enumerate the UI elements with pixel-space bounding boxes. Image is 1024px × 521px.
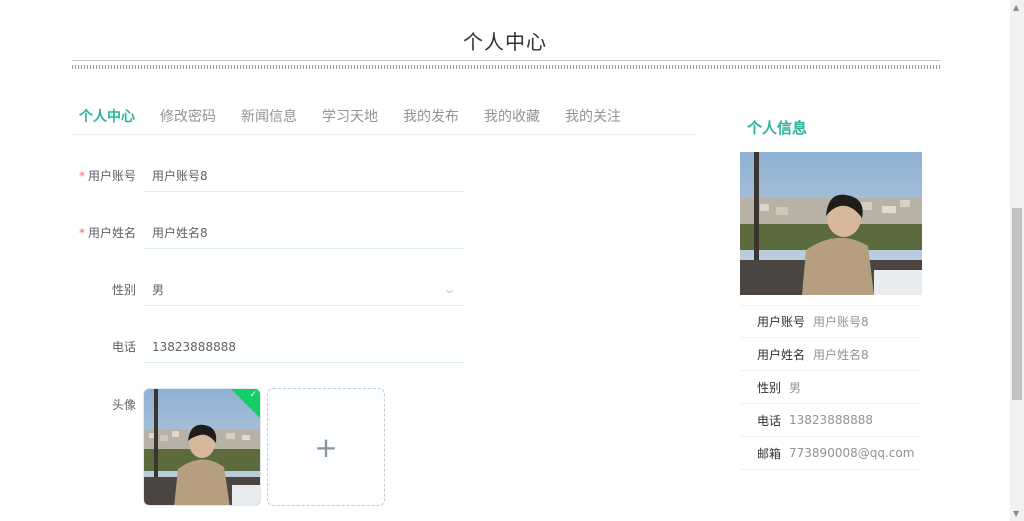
info-value: 用户账号8 [813, 315, 869, 329]
page-title: 个人中心 [463, 30, 547, 54]
required-mark: * [78, 169, 85, 183]
info-row-gender: 性别 男 [740, 371, 922, 404]
info-key: 邮箱 [757, 446, 782, 461]
form-row-phone: 电话 13823888888 [72, 331, 464, 363]
tab-my-follows[interactable]: 我的关注 [565, 100, 633, 134]
avatar-label: 头像 [111, 398, 136, 412]
name-input[interactable]: 用户姓名8 [144, 217, 464, 249]
info-value: 男 [789, 380, 802, 395]
info-key: 电话 [757, 413, 782, 428]
info-row-phone: 电话 13823888888 [740, 404, 922, 437]
name-label: * 用户姓名 [78, 226, 136, 240]
info-row-email: 邮箱 773890008@qq.com [740, 437, 922, 470]
account-input[interactable]: 用户账号8 [144, 160, 464, 192]
form-row-account: * 用户账号 用户账号8 [72, 160, 464, 192]
profile-info-title: 个人信息 [747, 119, 808, 137]
info-row-name: 用户姓名 用户姓名8 [740, 338, 922, 371]
info-key: 用户姓名 [757, 347, 806, 362]
tab-my-favorites[interactable]: 我的收藏 [484, 100, 552, 134]
phone-input[interactable]: 13823888888 [144, 331, 464, 363]
tab-learning[interactable]: 学习天地 [322, 100, 390, 134]
check-icon: ✓ [249, 390, 257, 400]
form-row-gender: 性别 男 ⌄ [72, 274, 464, 306]
gender-select[interactable]: 男 ⌄ [144, 274, 464, 306]
info-value: 773890008@qq.com [789, 446, 915, 460]
scroll-up-arrow-icon[interactable]: ▲ [1013, 3, 1019, 12]
info-row-account: 用户账号 用户账号8 [740, 305, 922, 338]
account-label: * 用户账号 [78, 169, 136, 183]
title-divider [72, 60, 940, 70]
info-key: 用户账号 [757, 315, 806, 329]
vertical-scrollbar[interactable]: ▲ ▼ [1010, 0, 1024, 521]
scroll-down-arrow-icon[interactable]: ▼ [1013, 509, 1019, 518]
profile-photo [740, 152, 922, 295]
chevron-down-icon: ⌄ [442, 283, 457, 296]
required-mark: * [78, 226, 85, 240]
profile-info-list: 用户账号 用户账号8 用户姓名 用户姓名8 性别 男 电话 1382388888… [740, 305, 922, 470]
info-value: 用户姓名8 [813, 347, 869, 362]
info-value: 13823888888 [789, 413, 873, 427]
tab-news[interactable]: 新闻信息 [241, 100, 309, 134]
tab-bar: 个人中心 修改密码 新闻信息 学习天地 我的发布 我的收藏 我的关注 [72, 100, 696, 135]
uploaded-avatar[interactable]: ✓ [143, 388, 261, 506]
avatar-photo [144, 389, 260, 505]
gender-select-value: 男 [152, 283, 165, 297]
plus-icon: + [314, 430, 338, 464]
tab-my-posts[interactable]: 我的发布 [403, 100, 471, 134]
scrollbar-thumb[interactable] [1012, 208, 1022, 400]
info-key: 性别 [757, 380, 782, 395]
tab-personal-center[interactable]: 个人中心 [72, 100, 147, 134]
phone-label: 电话 [111, 340, 136, 354]
upload-add-button[interactable]: + [267, 388, 385, 506]
tab-change-password[interactable]: 修改密码 [160, 100, 228, 134]
form-row-name: * 用户姓名 用户姓名8 [72, 217, 464, 249]
gender-label: 性别 [111, 283, 136, 297]
profile-photo-image [740, 152, 922, 295]
